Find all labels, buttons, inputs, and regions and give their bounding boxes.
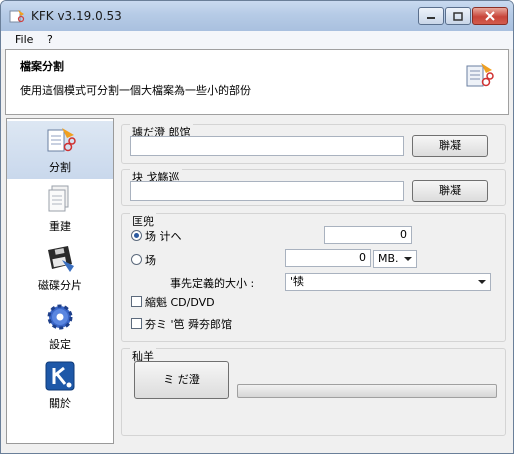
dest-browse-button[interactable]: 聨凝 (412, 180, 488, 202)
window-title: KFK v3.19.0.53 (31, 9, 122, 23)
preset-size-select[interactable]: '犊 (285, 273, 491, 291)
dest-folder-input[interactable] (130, 181, 404, 201)
radio-split-count[interactable] (131, 230, 142, 241)
size-unit-select[interactable]: MB. (373, 250, 417, 268)
maximize-button[interactable] (445, 7, 471, 25)
sidebar-item-settings[interactable]: 設定 (7, 298, 113, 356)
preset-size-label: 事先定義的大小 : (170, 277, 255, 290)
options-group-label: 匡兜 (130, 213, 156, 229)
sidebar: 分割 重建 磁碟分片 設定 關於 (6, 118, 114, 444)
minimize-icon (427, 17, 435, 19)
split-icon (47, 128, 76, 152)
header-title: 檔案分割 (20, 60, 64, 73)
menu-help[interactable]: ? (47, 33, 53, 46)
source-file-group: 璩だ澄 郎馆 聨凝 (121, 124, 506, 164)
start-split-button[interactable]: ミ だ澄 (134, 361, 229, 399)
header-panel: 檔案分割 使用這個模式可分割一個大檔案為一些小的部份 (5, 49, 509, 115)
content-panel: 璩だ澄 郎馆 聨凝 块 戈觞巡 聨凝 匡兜 场 计ヘ 0 场 0 MB. 事先定… (121, 118, 507, 444)
settings-gear-icon (47, 304, 73, 330)
menu-file[interactable]: File (15, 33, 33, 46)
options-group: 匡兜 场 计ヘ 0 场 0 MB. 事先定義的大小 : '犊 縮魁 CD/DVD… (121, 213, 506, 342)
source-browse-button[interactable]: 聨凝 (412, 135, 488, 157)
size-unit-value: MB. (378, 252, 399, 265)
sidebar-label-settings: 設定 (49, 338, 71, 351)
minimize-button[interactable] (418, 7, 444, 25)
radio-split-size-label: 场 (145, 254, 156, 267)
header-description: 使用這個模式可分割一個大檔案為一些小的部份 (20, 84, 251, 97)
sidebar-item-about[interactable]: 關於 (7, 357, 113, 415)
radio-split-size[interactable] (131, 254, 142, 265)
dest-folder-group: 块 戈觞巡 聨凝 (121, 169, 506, 206)
unit-dropdown-arrow-icon (404, 257, 412, 261)
close-icon (485, 11, 495, 21)
save-option-checkbox[interactable] (131, 318, 142, 329)
title-bar[interactable]: KFK v3.19.0.53 (1, 1, 513, 31)
maximize-icon (453, 11, 463, 21)
floppy-disk-icon (48, 246, 74, 272)
split-size-input[interactable]: 0 (285, 249, 371, 267)
preset-size-value: '犊 (290, 275, 305, 288)
radio-split-count-label: 场 计ヘ (145, 230, 182, 243)
sidebar-item-rebuild[interactable]: 重建 (7, 180, 113, 238)
split-count-input[interactable]: 0 (324, 226, 412, 244)
sidebar-label-about: 關於 (49, 397, 71, 410)
app-window: KFK v3.19.0.53 File ? 檔案分割 使用這個模式可分割一個大檔… (0, 0, 514, 454)
menu-bar: File ? (1, 31, 513, 49)
rebuild-icon (48, 185, 69, 212)
split-file-icon (466, 63, 494, 87)
about-k-icon (45, 361, 75, 391)
sidebar-item-split[interactable]: 分割 (7, 121, 113, 179)
sidebar-label-rebuild: 重建 (49, 220, 71, 233)
compress-checkbox[interactable] (131, 296, 142, 307)
sidebar-item-disk-split[interactable]: 磁碟分片 (7, 239, 113, 297)
action-group: 秈羊 ミ だ澄 (121, 348, 506, 436)
sidebar-label-split: 分割 (49, 161, 71, 174)
close-button[interactable] (472, 7, 508, 25)
preset-dropdown-arrow-icon (478, 280, 486, 284)
sidebar-label-disk-split: 磁碟分片 (38, 279, 82, 292)
save-option-checkbox-label: 夯ミ '笆 舜夯郎馆 (145, 318, 233, 331)
source-file-input[interactable] (130, 136, 404, 156)
compress-checkbox-label: 縮魁 CD/DVD (145, 296, 215, 309)
progress-bar (237, 384, 497, 398)
app-logo-icon (9, 10, 25, 23)
